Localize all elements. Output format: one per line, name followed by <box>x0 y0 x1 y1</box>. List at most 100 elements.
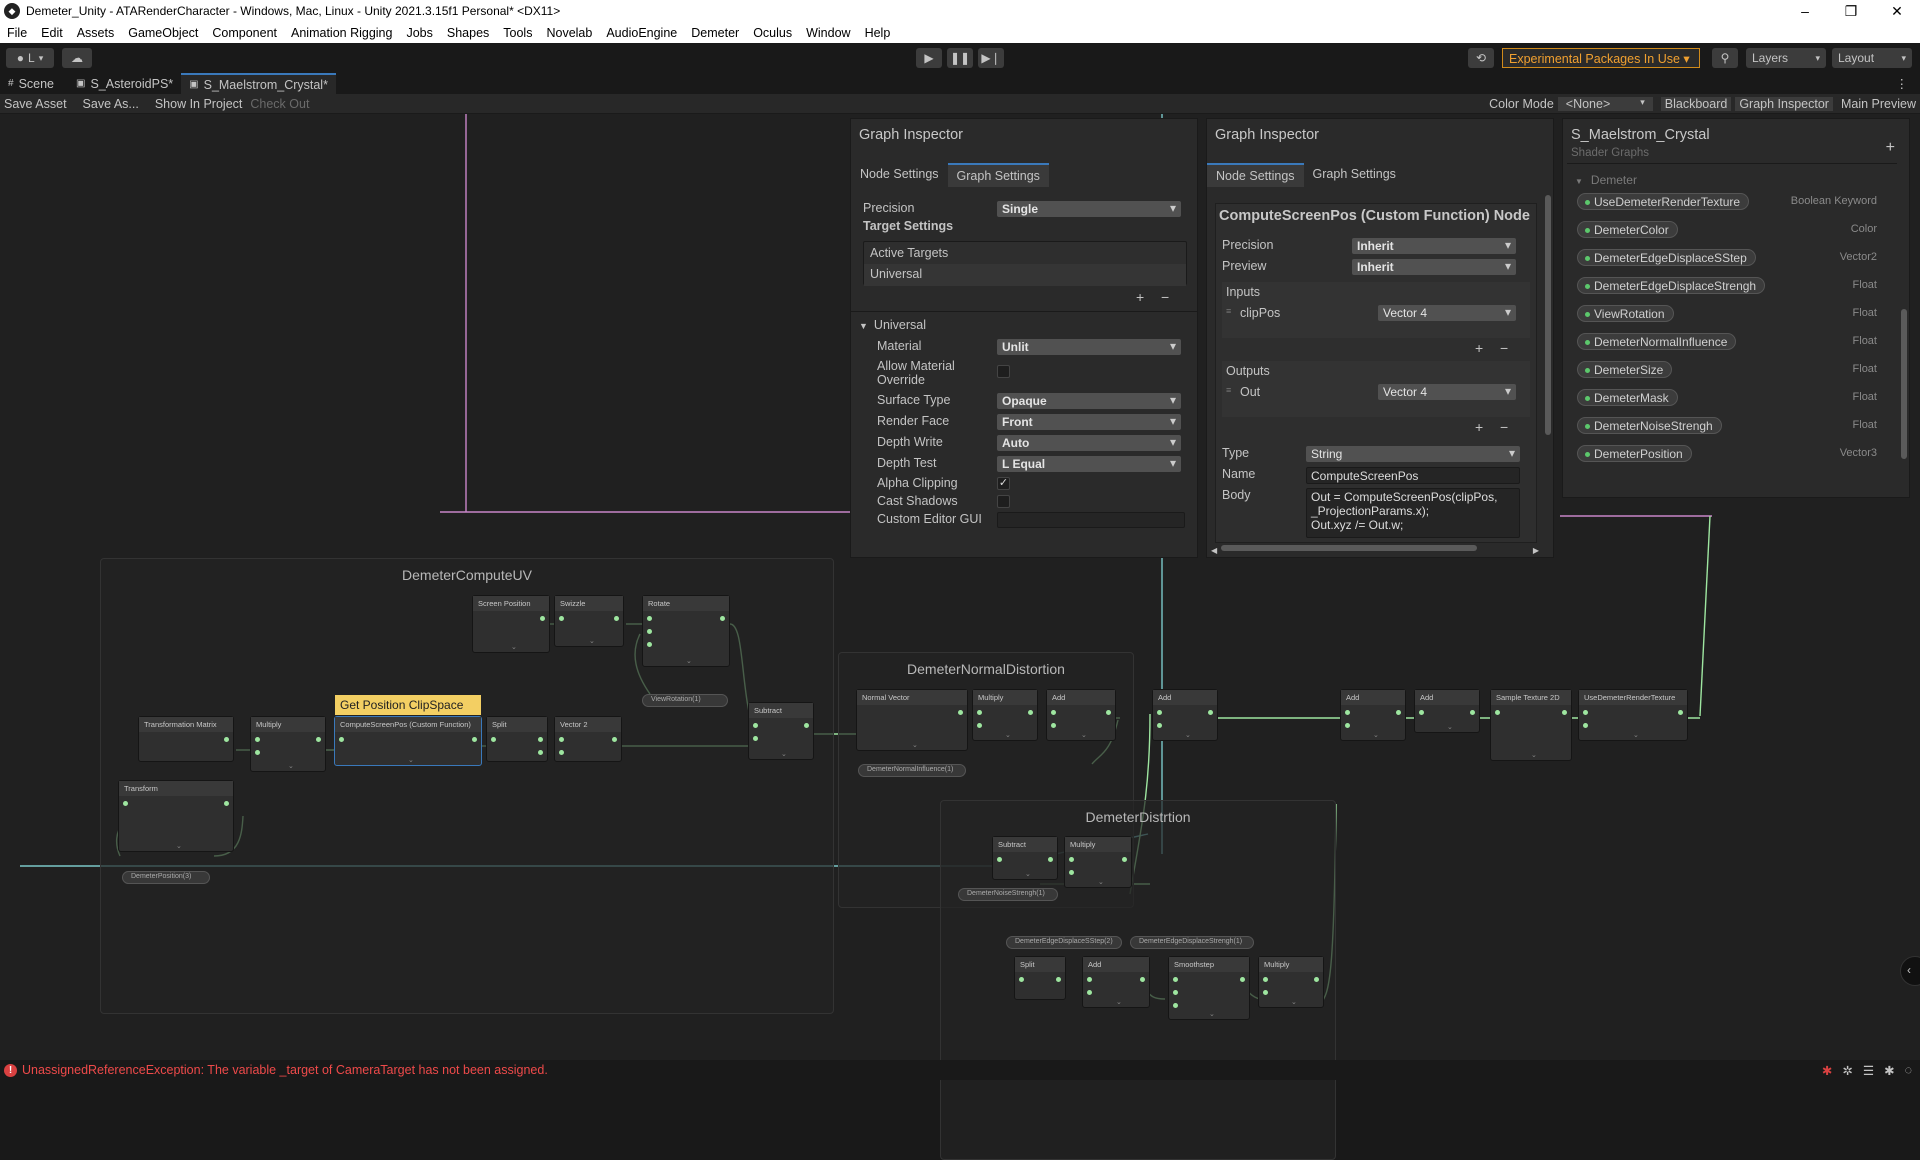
menu-audioengine[interactable]: AudioEngine <box>599 26 684 40</box>
chevron-down-icon[interactable]: ⌄ <box>1025 870 1031 878</box>
save-as-button[interactable]: Save As... <box>79 97 143 111</box>
add-property-icon[interactable]: + <box>1886 139 1895 157</box>
chevron-down-icon[interactable]: ⌄ <box>686 657 692 665</box>
experimental-packages-button[interactable]: Experimental Packages In Use ▾ <box>1502 48 1700 68</box>
node-add-1[interactable]: Add ⌄ <box>1152 689 1218 741</box>
tab-node-settings[interactable]: Node Settings <box>1207 163 1304 187</box>
input-port[interactable] <box>997 857 1002 862</box>
search-button[interactable]: ⚲ <box>1712 48 1738 68</box>
input-port[interactable] <box>1157 710 1162 715</box>
input-port[interactable] <box>1345 710 1350 715</box>
drag-handle-icon[interactable]: ≡ <box>1226 385 1231 395</box>
bb-item-demeter-position[interactable]: DemeterPosition <box>1577 445 1692 462</box>
output-port[interactable] <box>472 737 477 742</box>
input-port[interactable] <box>1051 710 1056 715</box>
input-port[interactable] <box>647 616 652 621</box>
graph-inspector-right[interactable]: Graph Inspector Node Settings Graph Sett… <box>1206 118 1554 558</box>
account-dropdown[interactable]: ● L ▾ <box>6 48 54 68</box>
output-port[interactable] <box>1678 710 1683 715</box>
pause-button[interactable]: ❚❚ <box>947 48 973 68</box>
input-port[interactable] <box>1069 857 1074 862</box>
output-port[interactable] <box>316 737 321 742</box>
output-port[interactable] <box>540 616 545 621</box>
close-button[interactable]: ✕ <box>1874 3 1920 20</box>
input-port[interactable] <box>647 642 652 647</box>
output-port[interactable] <box>1140 977 1145 982</box>
menu-animation-rigging[interactable]: Animation Rigging <box>284 26 399 40</box>
tab-graph-settings[interactable]: Graph Settings <box>947 163 1049 187</box>
input-port[interactable] <box>339 737 344 742</box>
tab-asteroidps[interactable]: ▣ S_AsteroidPS* <box>68 73 181 94</box>
output-port[interactable] <box>538 737 543 742</box>
cloud-button[interactable]: ☁ <box>62 48 92 68</box>
menu-component[interactable]: Component <box>205 26 284 40</box>
chevron-down-icon[interactable]: ⌄ <box>1005 731 1011 739</box>
sticky-note[interactable]: Get Position ClipSpace <box>335 695 481 715</box>
menu-help[interactable]: Help <box>858 26 898 40</box>
node-add-2[interactable]: Add ⌄ <box>1340 689 1406 741</box>
input-port[interactable] <box>1583 710 1588 715</box>
output-port[interactable] <box>614 616 619 621</box>
tab-maelstrom-crystal[interactable]: ▣ S_Maelstrom_Crystal* <box>181 73 336 94</box>
stack-icon[interactable]: ☰ <box>1863 1063 1874 1078</box>
output-port[interactable] <box>1048 857 1053 862</box>
status-error-message[interactable]: UnassignedReferenceException: The variab… <box>22 1063 548 1077</box>
check-out-button[interactable]: Check Out <box>246 97 313 111</box>
node-use-demeter-render-texture[interactable]: UseDemeterRenderTexture ⌄ <box>1578 689 1688 741</box>
node-subtract-distortion[interactable]: Subtract ⌄ <box>992 836 1058 880</box>
input-port[interactable] <box>1263 977 1268 982</box>
node-screen-position[interactable]: Screen Position ⌄ <box>472 595 550 653</box>
menu-window[interactable]: Window <box>799 26 857 40</box>
chevron-down-icon[interactable]: ⌄ <box>408 756 414 764</box>
debug-icon[interactable]: ✱ <box>1884 1063 1894 1078</box>
more-options-icon[interactable]: ⋮ <box>1896 76 1909 91</box>
input-port[interactable] <box>255 737 260 742</box>
depth-write-dropdown[interactable]: Auto <box>997 435 1181 451</box>
layout-dropdown[interactable]: Layout ▾ <box>1832 48 1912 68</box>
bug-icon[interactable]: ✱ <box>1822 1063 1832 1078</box>
chevron-down-icon[interactable]: ⌄ <box>1633 731 1639 739</box>
chevron-down-icon[interactable]: ⌄ <box>288 762 294 770</box>
input-port[interactable] <box>1087 977 1092 982</box>
input-port[interactable] <box>1157 723 1162 728</box>
node-multiply-normal[interactable]: Multiply ⌄ <box>972 689 1038 741</box>
alpha-clipping-checkbox[interactable]: ✓ <box>997 477 1010 490</box>
menu-oculus[interactable]: Oculus <box>746 26 799 40</box>
vertical-scrollbar[interactable] <box>1545 185 1551 551</box>
chevron-down-icon[interactable]: ⌄ <box>1081 731 1087 739</box>
bb-item-demeter-edge-displace-sstep[interactable]: DemeterEdgeDisplaceSStep <box>1577 249 1756 266</box>
output-port[interactable] <box>538 750 543 755</box>
input-name[interactable]: clipPos <box>1240 306 1280 320</box>
input-port[interactable] <box>977 710 982 715</box>
bb-item-demeter-color[interactable]: DemeterColor <box>1577 221 1678 238</box>
output-port[interactable] <box>1122 857 1127 862</box>
add-output-icon[interactable]: + <box>1475 419 1483 435</box>
input-port[interactable] <box>491 737 496 742</box>
chevron-down-icon[interactable]: ⌄ <box>1447 723 1453 731</box>
menu-shapes[interactable]: Shapes <box>440 26 496 40</box>
output-port[interactable] <box>1314 977 1319 982</box>
progress-icon[interactable]: ◌ <box>1905 1063 1912 1077</box>
chevron-down-icon[interactable]: ⌄ <box>1291 998 1297 1006</box>
chevron-down-icon[interactable]: ⌄ <box>1185 731 1191 739</box>
drag-handle-icon[interactable]: ≡ <box>1226 306 1231 316</box>
menu-edit[interactable]: Edit <box>34 26 70 40</box>
step-button[interactable]: ▶❘ <box>978 48 1004 68</box>
node-add-3[interactable]: Add ⌄ <box>1414 689 1480 733</box>
chevron-down-icon[interactable]: ⌄ <box>511 643 517 651</box>
blackboard-scrollbar[interactable] <box>1901 189 1907 489</box>
network-icon[interactable]: ✲ <box>1842 1063 1852 1078</box>
scroll-right-icon[interactable]: ▶ <box>1533 546 1539 555</box>
add-target-icon[interactable]: + <box>1136 289 1144 305</box>
tab-scene[interactable]: # Scene <box>0 73 62 94</box>
chevron-down-icon[interactable]: ⌄ <box>589 637 595 645</box>
output-port[interactable] <box>1208 710 1213 715</box>
restore-button[interactable]: ❐ <box>1828 3 1874 20</box>
menu-assets[interactable]: Assets <box>70 26 122 40</box>
input-port[interactable] <box>1345 723 1350 728</box>
menu-file[interactable]: File <box>0 26 34 40</box>
input-port[interactable] <box>1173 990 1178 995</box>
add-input-icon[interactable]: + <box>1475 340 1483 356</box>
chevron-down-icon[interactable]: ⌄ <box>912 741 918 749</box>
graph-canvas[interactable]: DemeterComputeUV DemeterNormalDistortion… <box>0 114 1920 1160</box>
